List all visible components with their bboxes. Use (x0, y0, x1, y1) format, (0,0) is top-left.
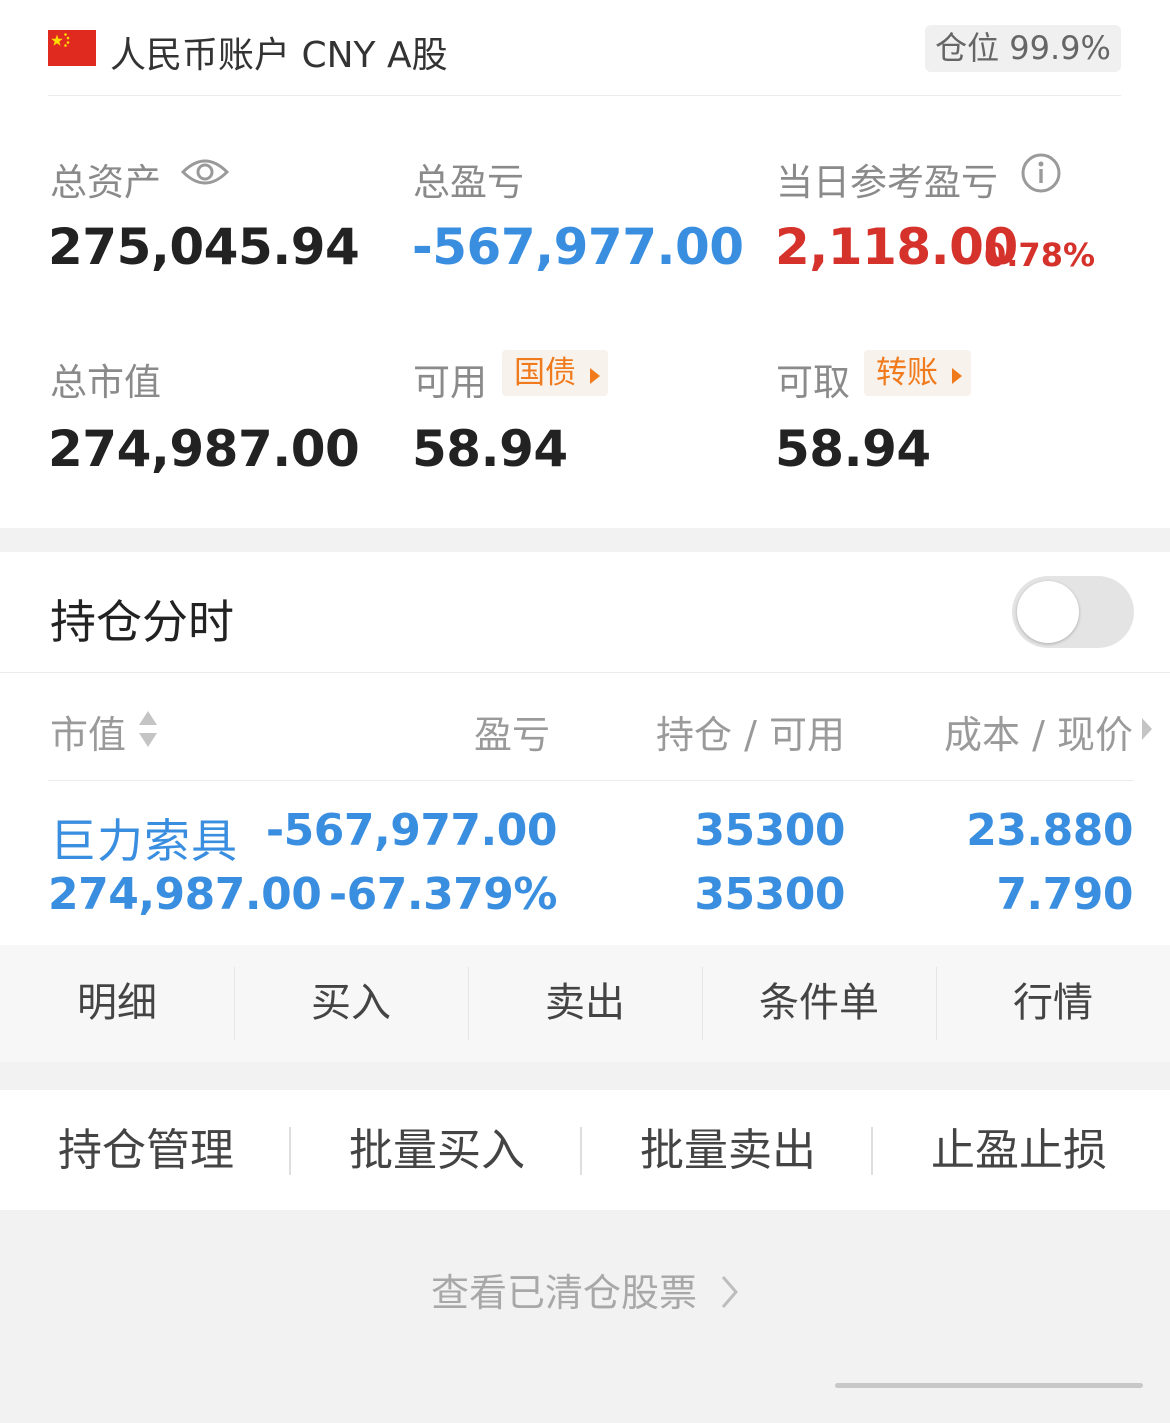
stock-price: 7.790 (996, 869, 1133, 920)
holdings-timeshare-title: 持仓分时 (50, 595, 234, 649)
play-arrow-icon (951, 368, 962, 384)
total-pnl-label: 总盈亏 (413, 161, 524, 204)
position-ratio-value: 99.9% (1009, 29, 1111, 67)
col-header-market-value-label: 市值 (50, 713, 127, 757)
market-value-label: 总市值 (50, 361, 161, 404)
section-divider (0, 672, 1170, 673)
available-label: 可用 (413, 361, 487, 404)
total-assets-label-group: 总资产 (50, 152, 161, 206)
treasury-bond-tag-label: 国债 (514, 355, 576, 391)
withdrawable-label: 可取 (776, 361, 850, 404)
withdrawable-value: 58.94 (775, 420, 931, 478)
info-icon[interactable] (1020, 152, 1062, 198)
daily-pnl-label: 当日参考盈亏 (776, 161, 998, 204)
transfer-tag-label: 转账 (876, 355, 938, 391)
chevron-right-icon[interactable] (1140, 716, 1154, 746)
total-pnl-value: -567,977.00 (412, 218, 744, 276)
take-profit-stop-loss-button[interactable]: 止盈止损 (873, 1090, 1165, 1210)
position-management-button[interactable]: 持仓管理 (0, 1090, 292, 1210)
header-divider (48, 95, 1121, 96)
quote-button[interactable]: 行情 (936, 945, 1170, 1062)
stock-name: 巨力索具 (50, 814, 238, 868)
stock-cost: 23.880 (966, 805, 1133, 856)
col-header-position[interactable]: 持仓 / 可用 (656, 704, 845, 759)
chevron-right-icon (719, 1274, 739, 1319)
account-summary-card: 人民币账户 CNY A股 仓位 99.9% 总资产 总盈亏 当日参考盈亏 275… (0, 0, 1170, 528)
daily-pnl-value: 2,118.00 (775, 218, 1018, 276)
col-header-market-value[interactable]: 市值 (50, 704, 126, 759)
total-assets-value: 275,045.94 (48, 218, 360, 276)
table-row[interactable]: 巨力索具 274,987.00 -567,977.00 -67.379% 353… (0, 781, 1170, 945)
holdings-timeshare-toggle[interactable] (1012, 576, 1134, 648)
buy-button[interactable]: 买入 (234, 945, 468, 1062)
detail-button[interactable]: 明细 (0, 945, 234, 1062)
stock-pnl: -567,977.00 (265, 805, 558, 856)
position-ratio-badge: 仓位 99.9% (925, 25, 1121, 72)
home-indicator (835, 1383, 1143, 1388)
eye-icon[interactable] (180, 152, 230, 196)
position-ratio-label: 仓位 (935, 29, 1000, 67)
treasury-bond-tag[interactable]: 国债 (502, 350, 608, 396)
holding-action-bar: 明细 买入 卖出 条件单 行情 (0, 945, 1170, 1062)
market-value-value: 274,987.00 (48, 420, 360, 478)
batch-sell-button[interactable]: 批量卖出 (582, 1090, 874, 1210)
daily-pnl-percent: 0.78% (984, 236, 1096, 274)
toggle-knob (1017, 581, 1079, 643)
col-header-pnl[interactable]: 盈亏 (474, 704, 550, 759)
holdings-card: 持仓分时 市值 盈亏 持仓 / 可用 成本 / 现价 巨力索具 274,987.… (0, 552, 1170, 1062)
view-cleared-stocks-label: 查看已清仓股票 (430, 1271, 697, 1315)
conditional-order-button[interactable]: 条件单 (702, 945, 936, 1062)
available-value: 58.94 (412, 420, 568, 478)
account-title[interactable]: 人民币账户 CNY A股 (110, 26, 448, 78)
transfer-tag[interactable]: 转账 (864, 350, 971, 396)
position-management-bar: 持仓管理 批量买入 批量卖出 止盈止损 (0, 1090, 1170, 1210)
batch-buy-button[interactable]: 批量买入 (291, 1090, 583, 1210)
stock-market-value: 274,987.00 (48, 869, 322, 920)
china-flag-icon (48, 30, 96, 66)
play-arrow-icon (589, 368, 600, 384)
stock-position: 35300 (694, 805, 845, 856)
col-header-cost[interactable]: 成本 / 现价 (944, 704, 1133, 759)
view-cleared-stocks-link[interactable]: 查看已清仓股票 (0, 1262, 1170, 1319)
stock-pnl-percent: -67.379% (328, 869, 558, 920)
sell-button[interactable]: 卖出 (468, 945, 702, 1062)
total-assets-label: 总资产 (50, 161, 161, 204)
stock-available: 35300 (694, 869, 845, 920)
sort-icon[interactable] (137, 709, 159, 753)
